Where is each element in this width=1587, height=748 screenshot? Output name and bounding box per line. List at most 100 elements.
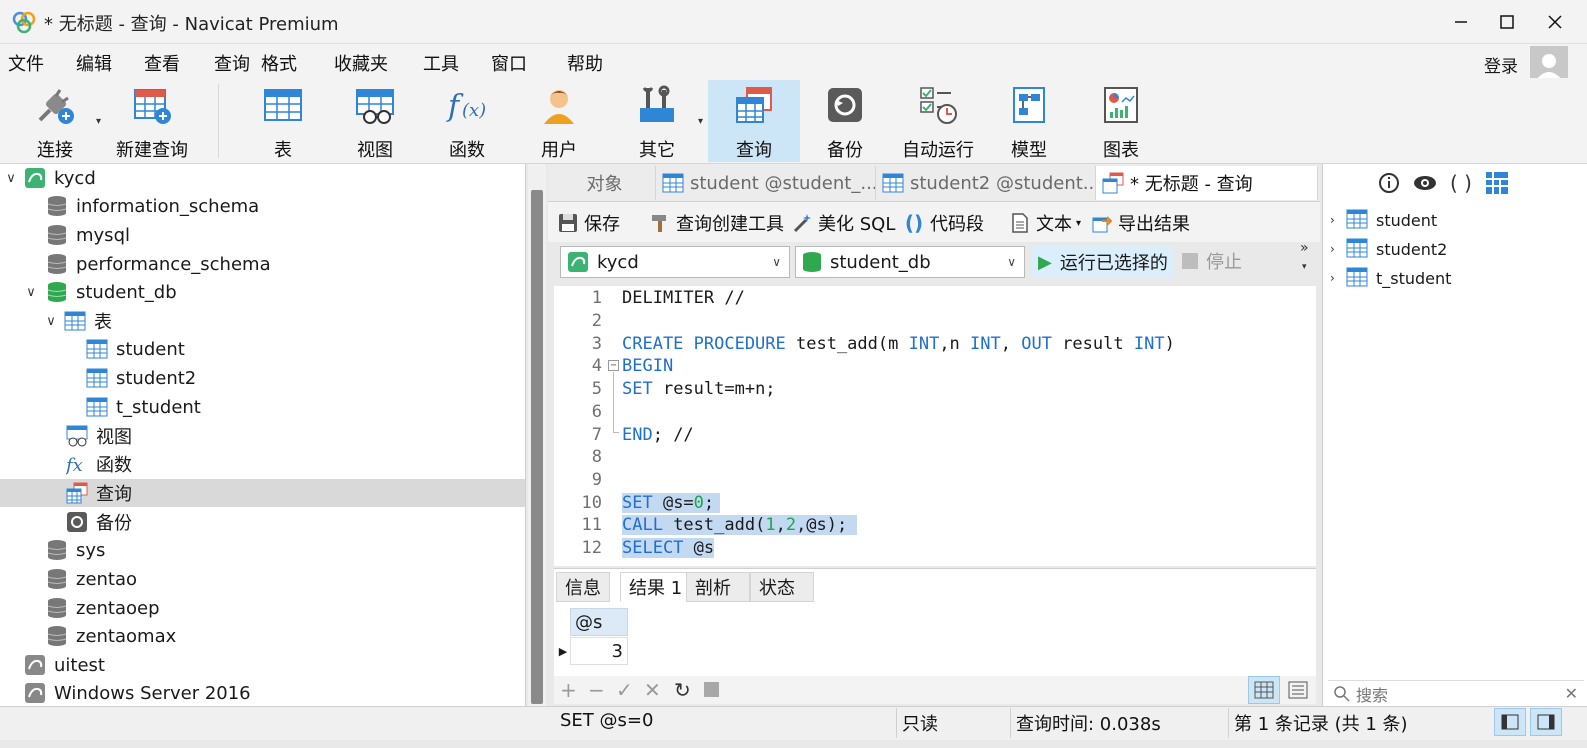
chevron-right-icon[interactable]: › bbox=[1330, 213, 1346, 227]
text-button[interactable]: 文本 ▾ bbox=[1010, 210, 1081, 236]
stop-icon[interactable] bbox=[704, 682, 719, 697]
object-search-input[interactable]: 搜索 ✕ bbox=[1328, 680, 1584, 706]
tab-untitled-query[interactable]: * 无标题 - 查询 bbox=[1096, 166, 1318, 200]
table-button[interactable]: 表 bbox=[248, 80, 318, 162]
chevron-down-icon[interactable]: ∨ bbox=[44, 314, 58, 329]
chevron-down-icon[interactable]: ∨ bbox=[4, 171, 18, 186]
tree-db-zentaoep[interactable]: zentaoep bbox=[0, 594, 525, 622]
save-button[interactable]: 保存 bbox=[558, 210, 620, 236]
column-header[interactable]: @s bbox=[570, 608, 628, 636]
tree-table-t-student[interactable]: t_student bbox=[0, 393, 525, 421]
parentheses-icon[interactable]: ( ) bbox=[1448, 170, 1474, 196]
chart-button[interactable]: 图表 bbox=[1086, 80, 1156, 162]
connect-button[interactable]: 连接 bbox=[20, 80, 90, 162]
grid-view-icon[interactable] bbox=[1248, 676, 1280, 704]
tab-student[interactable]: student @student_... bbox=[656, 166, 876, 200]
tree-db-sys[interactable]: sys bbox=[0, 536, 525, 564]
overflow-chevron-icon[interactable]: » bbox=[1300, 240, 1309, 256]
table-icon bbox=[86, 367, 108, 389]
beautify-sql-button[interactable]: 美化 SQL bbox=[792, 210, 895, 236]
result-tab-status[interactable]: 状态 bbox=[750, 572, 814, 602]
avatar[interactable] bbox=[1530, 46, 1568, 80]
tree-connection-windows-server[interactable]: Windows Server 2016 bbox=[0, 679, 525, 706]
fold-toggle-icon[interactable]: − bbox=[608, 360, 619, 371]
stop-button[interactable]: 停止 bbox=[1182, 248, 1242, 274]
toggle-left-panel-icon[interactable] bbox=[1494, 708, 1526, 736]
close-button[interactable] bbox=[1532, 4, 1578, 40]
rp-table-student[interactable]: › student bbox=[1330, 206, 1437, 234]
clear-search-icon[interactable]: ✕ bbox=[1565, 684, 1578, 703]
sql-editor[interactable]: 1 2 3 4 5 6 7 8 9 10 11 12 − DELIMITER /… bbox=[554, 286, 1316, 566]
tab-objects[interactable]: 对象 bbox=[554, 166, 656, 200]
connect-dropdown-icon[interactable]: ▾ bbox=[96, 116, 101, 127]
database-select[interactable]: student_db ∨ bbox=[795, 246, 1025, 278]
menu-favorites[interactable]: 收藏夹 bbox=[334, 50, 388, 76]
tree-db-zentao[interactable]: zentao bbox=[0, 565, 525, 593]
chevron-down-icon[interactable]: ∨ bbox=[24, 285, 38, 300]
form-view-icon[interactable] bbox=[1286, 680, 1310, 700]
tree-db-mysql[interactable]: mysql bbox=[0, 221, 525, 249]
maximize-button[interactable] bbox=[1484, 4, 1530, 40]
tree-db-student-db[interactable]: ∨ student_db bbox=[0, 278, 525, 306]
info-icon[interactable] bbox=[1376, 170, 1402, 196]
rp-table-student2[interactable]: › student2 bbox=[1330, 235, 1447, 263]
function-button[interactable]: f (x) 函数 bbox=[432, 80, 502, 162]
menu-format[interactable]: 格式 bbox=[261, 50, 297, 76]
auto-run-button[interactable]: 自动运行 bbox=[900, 80, 976, 162]
tree-table-student2[interactable]: student2 bbox=[0, 364, 525, 392]
query-button[interactable]: 查询 bbox=[708, 80, 800, 162]
menu-file[interactable]: 文件 bbox=[8, 50, 44, 76]
rp-table-t-student[interactable]: › t_student bbox=[1330, 264, 1451, 292]
tree-group-backups[interactable]: 备份 bbox=[0, 508, 525, 536]
code-snippet-button[interactable]: () 代码段 bbox=[904, 210, 984, 236]
tree-db-information-schema[interactable]: information_schema bbox=[0, 192, 525, 220]
delete-record-icon[interactable]: − bbox=[588, 678, 605, 702]
tree-db-performance-schema[interactable]: performance_schema bbox=[0, 250, 525, 278]
left-scrollbar-thumb[interactable] bbox=[531, 190, 543, 704]
menu-tools[interactable]: 工具 bbox=[423, 50, 459, 76]
export-results-button[interactable]: 导出结果 bbox=[1092, 210, 1190, 236]
other-button[interactable]: 其它 bbox=[622, 80, 692, 162]
chevron-right-icon[interactable]: › bbox=[1330, 271, 1346, 285]
toggle-right-panel-icon[interactable] bbox=[1530, 708, 1562, 736]
tree-group-functions[interactable]: fx 函数 bbox=[0, 450, 525, 478]
other-dropdown-icon[interactable]: ▾ bbox=[698, 116, 703, 127]
overflow-dropdown-icon[interactable]: ▾ bbox=[1302, 262, 1307, 272]
result-tab-info[interactable]: 信息 bbox=[556, 572, 610, 602]
object-list-icon[interactable] bbox=[1484, 170, 1510, 196]
run-selected-button[interactable]: ▶ 运行已选择的 bbox=[1032, 246, 1174, 278]
menu-window[interactable]: 窗口 bbox=[491, 50, 527, 76]
tab-student2[interactable]: student2 @student... bbox=[876, 166, 1096, 200]
tree-group-tables[interactable]: ∨ 表 bbox=[0, 307, 525, 335]
menu-help[interactable]: 帮助 bbox=[567, 50, 603, 76]
grid-cell[interactable]: 3 bbox=[570, 637, 628, 665]
result-tab-profile[interactable]: 剖析 bbox=[686, 572, 750, 602]
model-button[interactable]: 模型 bbox=[994, 80, 1064, 162]
user-button[interactable]: 用户 bbox=[524, 80, 594, 162]
menu-edit[interactable]: 编辑 bbox=[76, 50, 112, 76]
tree-connection-uitest[interactable]: uitest bbox=[0, 651, 525, 679]
tree-db-zentaomax[interactable]: zentaomax bbox=[0, 622, 525, 650]
tree-connection-kycd[interactable]: ∨ kycd bbox=[0, 164, 525, 192]
text-dropdown-icon[interactable]: ▾ bbox=[1076, 218, 1081, 229]
backup-button[interactable]: 备份 bbox=[810, 80, 880, 162]
new-query-button[interactable]: 新建查询 bbox=[110, 80, 194, 162]
query-builder-button[interactable]: 查询创建工具 bbox=[650, 210, 784, 236]
menu-query[interactable]: 查询 bbox=[214, 50, 250, 76]
login-link[interactable]: 登录 bbox=[1484, 52, 1518, 77]
result-tab-result1[interactable]: 结果 1 bbox=[620, 572, 692, 602]
eye-icon[interactable] bbox=[1412, 170, 1438, 196]
discard-icon[interactable]: ✕ bbox=[644, 678, 661, 702]
document-icon bbox=[1010, 213, 1030, 233]
view-button[interactable]: 视图 bbox=[340, 80, 410, 162]
apply-icon[interactable]: ✓ bbox=[616, 678, 633, 702]
chevron-right-icon[interactable]: › bbox=[1330, 242, 1346, 256]
menu-view[interactable]: 查看 bbox=[144, 50, 180, 76]
minimize-button[interactable] bbox=[1438, 4, 1484, 40]
connection-select[interactable]: kycd ∨ bbox=[560, 246, 790, 278]
tree-group-queries[interactable]: 查询 bbox=[0, 479, 525, 507]
refresh-icon[interactable]: ↻ bbox=[674, 678, 691, 702]
tree-group-views[interactable]: 视图 bbox=[0, 422, 525, 450]
add-record-icon[interactable]: + bbox=[560, 678, 577, 702]
tree-table-student[interactable]: student bbox=[0, 335, 525, 363]
